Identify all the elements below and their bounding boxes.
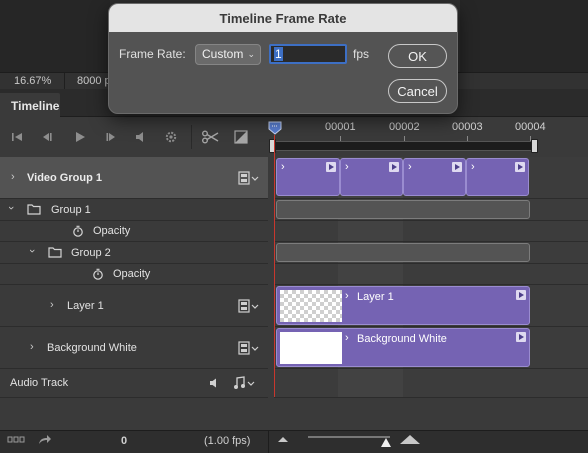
stopwatch-icon[interactable] <box>92 268 104 283</box>
frame-rate-select[interactable]: Custom ⌄ <box>195 44 261 65</box>
settings-gear-icon[interactable] <box>164 130 178 144</box>
layer-row-group-2[interactable]: › Group 2 <box>0 242 268 264</box>
layer-name: Group 1 <box>51 204 91 216</box>
tab-timeline[interactable]: Timeline <box>0 93 60 117</box>
layer-row-background-white[interactable]: › Background White <box>0 327 268 369</box>
timeline-frame-rate-dialog: Timeline Frame Rate Frame Rate: Custom ⌄… <box>108 3 458 114</box>
track-opacity <box>274 264 588 285</box>
fps-unit-label: fps <box>353 47 370 61</box>
track-audio <box>274 369 588 398</box>
zoom-slider-track[interactable] <box>308 436 390 438</box>
layer-name: Video Group 1 <box>27 172 102 184</box>
layer-thumbnail <box>280 332 342 364</box>
current-frame: 0 <box>121 435 128 447</box>
clip-frame-1[interactable]: › <box>276 158 340 196</box>
property-name: Opacity <box>93 225 131 237</box>
ruler-label: 00003 <box>452 121 483 133</box>
music-note-menu-icon[interactable] <box>233 376 257 393</box>
audio-mute-icon[interactable] <box>134 130 148 144</box>
clip-frame-4[interactable]: › <box>466 158 529 196</box>
ruler-label: 00002 <box>389 121 420 133</box>
clip-name: Layer 1 <box>357 291 394 303</box>
film-strip-menu-icon[interactable] <box>238 299 260 313</box>
clip-frame-3[interactable]: › <box>403 158 466 196</box>
frame-rate-label: Frame Rate: <box>119 47 186 61</box>
frame-rate-input[interactable]: 1 <box>269 44 347 64</box>
layer-name: Background White <box>47 342 137 354</box>
layer-name: Layer 1 <box>67 300 104 312</box>
scissors-icon[interactable] <box>201 130 219 144</box>
zoom-in-icon[interactable] <box>399 433 421 448</box>
zoom-level[interactable]: 16.67% <box>14 75 51 87</box>
transition-icon[interactable] <box>234 130 248 144</box>
chevron-right-icon[interactable]: › <box>11 171 15 183</box>
zoom-out-icon[interactable] <box>277 434 289 447</box>
chevron-right-icon[interactable]: › <box>30 341 34 353</box>
clip-name: Background White <box>357 333 447 345</box>
chevron-down-icon: ⌄ <box>247 49 255 59</box>
empty-panel-area <box>0 398 588 430</box>
document-size: 8000 p <box>77 75 111 87</box>
folder-icon <box>27 204 41 218</box>
chevron-down-icon[interactable]: › <box>26 249 38 253</box>
frame-rate-select-value: Custom <box>202 47 244 61</box>
chevron-right-icon[interactable]: › <box>50 299 54 311</box>
track-opacity <box>274 221 588 242</box>
ok-button[interactable]: OK <box>388 44 447 68</box>
film-strip-menu-icon[interactable] <box>238 171 260 185</box>
clip-background-white[interactable]: › Background White <box>276 328 530 367</box>
cancel-button[interactable]: Cancel <box>388 79 447 103</box>
track-name: Audio Track <box>10 377 69 389</box>
property-row-opacity[interactable]: Opacity <box>0 264 268 285</box>
speaker-icon[interactable] <box>208 377 220 392</box>
playback-controls <box>0 117 268 157</box>
clip-layer-1[interactable]: › Layer 1 <box>276 286 530 325</box>
layer-row-group-1[interactable]: › Group 1 <box>0 199 268 221</box>
timeline-footer: 0 (1.00 fps) <box>0 430 588 453</box>
playhead-handle-icon[interactable] <box>268 121 282 135</box>
frame-rate-input-value: 1 <box>274 47 283 61</box>
frame-rate-readout: (1.00 fps) <box>204 435 251 447</box>
photoshop-window: { "status": {"zoom": "16.67%", "doc_size… <box>0 0 588 453</box>
group-2-bar[interactable] <box>276 243 530 262</box>
layer-row-video-group-1[interactable]: › Video Group 1 <box>0 157 268 199</box>
previous-frame-icon[interactable] <box>40 130 54 144</box>
work-area-end-handle[interactable] <box>531 139 538 153</box>
ruler-label: 00001 <box>325 121 356 133</box>
render-video-icon[interactable] <box>38 434 52 449</box>
first-frame-icon[interactable] <box>10 130 24 144</box>
property-row-opacity[interactable]: Opacity <box>0 221 268 242</box>
clip-frame-2[interactable]: › <box>340 158 403 196</box>
playhead-line[interactable] <box>274 135 275 397</box>
play-icon[interactable] <box>73 130 87 144</box>
next-frame-icon[interactable] <box>104 130 118 144</box>
ruler-label: 00004 <box>515 121 546 133</box>
layer-row-layer-1[interactable]: › Layer 1 <box>0 285 268 327</box>
property-name: Opacity <box>113 268 151 280</box>
film-strip-menu-icon[interactable] <box>238 341 260 355</box>
folder-icon <box>48 247 62 261</box>
layer-name: Group 2 <box>71 247 111 259</box>
layer-thumbnail <box>280 290 342 322</box>
work-area-bar[interactable] <box>272 141 536 151</box>
stopwatch-icon[interactable] <box>72 225 84 240</box>
timeline-ruler[interactable]: 00001 00002 00003 00004 <box>268 117 588 157</box>
convert-frame-animation-icon[interactable] <box>7 434 27 449</box>
dialog-title: Timeline Frame Rate <box>109 4 457 32</box>
chevron-down-icon[interactable]: › <box>5 206 17 210</box>
zoom-slider-thumb[interactable] <box>381 438 391 447</box>
audio-track-row[interactable]: Audio Track <box>0 369 268 398</box>
group-1-bar[interactable] <box>276 200 530 219</box>
